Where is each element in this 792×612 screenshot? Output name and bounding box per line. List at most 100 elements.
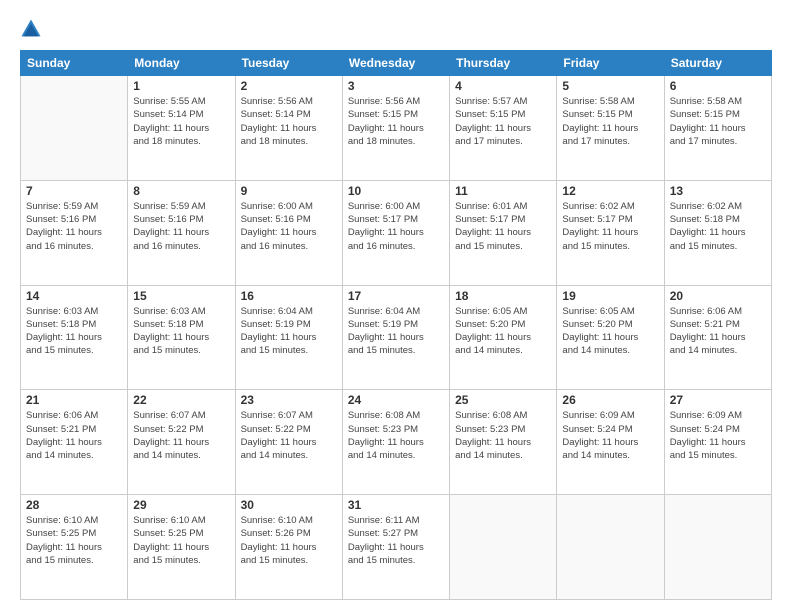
week-row-5: 28 Sunrise: 6:10 AM Sunset: 5:25 PM Dayli… <box>21 495 772 600</box>
calendar-cell: 16 Sunrise: 6:04 AM Sunset: 5:19 PM Dayli… <box>235 285 342 390</box>
calendar-cell: 27Sunrise: 6:09 AM Sunset: 5:24 PM Dayli… <box>664 390 771 495</box>
day-number: 23 <box>241 393 337 407</box>
day-info: Sunrise: 6:10 AM Sunset: 5:25 PM Dayligh… <box>26 514 122 567</box>
day-number: 10 <box>348 184 444 198</box>
day-info: Sunrise: 6:10 AM Sunset: 5:26 PM Dayligh… <box>241 514 337 567</box>
day-number: 8 <box>133 184 229 198</box>
calendar-cell: 21 Sunrise: 6:06 AM Sunset: 5:21 PM Dayli… <box>21 390 128 495</box>
day-number: 28 <box>26 498 122 512</box>
day-info: Sunrise: 5:58 AM Sunset: 5:15 PM Dayligh… <box>670 95 766 148</box>
day-info: Sunrise: 6:04 AM Sunset: 5:19 PM Dayligh… <box>241 305 337 358</box>
week-row-2: 7 Sunrise: 5:59 AM Sunset: 5:16 PM Daylig… <box>21 180 772 285</box>
weekday-header-friday: Friday <box>557 51 664 76</box>
calendar-cell: 11Sunrise: 6:01 AM Sunset: 5:17 PM Dayli… <box>450 180 557 285</box>
weekday-header-sunday: Sunday <box>21 51 128 76</box>
day-info: Sunrise: 6:06 AM Sunset: 5:21 PM Dayligh… <box>26 409 122 462</box>
day-number: 3 <box>348 79 444 93</box>
day-number: 17 <box>348 289 444 303</box>
day-number: 14 <box>26 289 122 303</box>
day-number: 9 <box>241 184 337 198</box>
weekday-header-tuesday: Tuesday <box>235 51 342 76</box>
day-number: 5 <box>562 79 658 93</box>
calendar-cell: 24 Sunrise: 6:08 AM Sunset: 5:23 PM Dayli… <box>342 390 449 495</box>
calendar-cell <box>664 495 771 600</box>
calendar-cell: 7Sunrise: 5:59 AM Sunset: 5:16 PM Daylig… <box>21 180 128 285</box>
header <box>20 18 772 40</box>
day-number: 30 <box>241 498 337 512</box>
day-info: Sunrise: 6:03 AM Sunset: 5:18 PM Dayligh… <box>26 305 122 358</box>
calendar-cell <box>21 76 128 181</box>
day-info: Sunrise: 6:11 AM Sunset: 5:27 PM Dayligh… <box>348 514 444 567</box>
weekday-header-thursday: Thursday <box>450 51 557 76</box>
calendar-cell: 26Sunrise: 6:09 AM Sunset: 5:24 PM Dayli… <box>557 390 664 495</box>
calendar-cell: 19 Sunrise: 6:05 AM Sunset: 5:20 PM Dayli… <box>557 285 664 390</box>
day-info: Sunrise: 6:09 AM Sunset: 5:24 PM Dayligh… <box>562 409 658 462</box>
day-info: Sunrise: 5:58 AM Sunset: 5:15 PM Dayligh… <box>562 95 658 148</box>
day-number: 12 <box>562 184 658 198</box>
calendar-cell: 3Sunrise: 5:56 AM Sunset: 5:15 PM Daylig… <box>342 76 449 181</box>
day-info: Sunrise: 6:07 AM Sunset: 5:22 PM Dayligh… <box>241 409 337 462</box>
calendar-cell: 30 Sunrise: 6:10 AM Sunset: 5:26 PM Dayli… <box>235 495 342 600</box>
weekday-header-row: SundayMondayTuesdayWednesdayThursdayFrid… <box>21 51 772 76</box>
calendar-header: SundayMondayTuesdayWednesdayThursdayFrid… <box>21 51 772 76</box>
calendar-cell: 14 Sunrise: 6:03 AM Sunset: 5:18 PM Dayli… <box>21 285 128 390</box>
calendar-cell: 9Sunrise: 6:00 AM Sunset: 5:16 PM Daylig… <box>235 180 342 285</box>
day-info: Sunrise: 6:08 AM Sunset: 5:23 PM Dayligh… <box>348 409 444 462</box>
day-info: Sunrise: 6:06 AM Sunset: 5:21 PM Dayligh… <box>670 305 766 358</box>
day-info: Sunrise: 6:10 AM Sunset: 5:25 PM Dayligh… <box>133 514 229 567</box>
calendar-body: 1 Sunrise: 5:55 AM Sunset: 5:14 PM Daylig… <box>21 76 772 600</box>
day-number: 15 <box>133 289 229 303</box>
day-number: 19 <box>562 289 658 303</box>
day-number: 16 <box>241 289 337 303</box>
day-number: 4 <box>455 79 551 93</box>
calendar-cell: 10 Sunrise: 6:00 AM Sunset: 5:17 PM Dayli… <box>342 180 449 285</box>
calendar-cell: 20 Sunrise: 6:06 AM Sunset: 5:21 PM Dayli… <box>664 285 771 390</box>
day-info: Sunrise: 6:00 AM Sunset: 5:17 PM Dayligh… <box>348 200 444 253</box>
weekday-header-monday: Monday <box>128 51 235 76</box>
day-number: 21 <box>26 393 122 407</box>
calendar-cell <box>557 495 664 600</box>
day-info: Sunrise: 5:57 AM Sunset: 5:15 PM Dayligh… <box>455 95 551 148</box>
calendar-cell: 17 Sunrise: 6:04 AM Sunset: 5:19 PM Dayli… <box>342 285 449 390</box>
calendar-cell <box>450 495 557 600</box>
calendar-cell: 4 Sunrise: 5:57 AM Sunset: 5:15 PM Daylig… <box>450 76 557 181</box>
day-number: 7 <box>26 184 122 198</box>
day-info: Sunrise: 5:59 AM Sunset: 5:16 PM Dayligh… <box>133 200 229 253</box>
calendar-cell: 31 Sunrise: 6:11 AM Sunset: 5:27 PM Dayli… <box>342 495 449 600</box>
calendar-cell: 6 Sunrise: 5:58 AM Sunset: 5:15 PM Daylig… <box>664 76 771 181</box>
week-row-4: 21 Sunrise: 6:06 AM Sunset: 5:21 PM Dayli… <box>21 390 772 495</box>
day-number: 6 <box>670 79 766 93</box>
day-number: 1 <box>133 79 229 93</box>
day-number: 2 <box>241 79 337 93</box>
page: SundayMondayTuesdayWednesdayThursdayFrid… <box>0 0 792 612</box>
calendar-cell: 25Sunrise: 6:08 AM Sunset: 5:23 PM Dayli… <box>450 390 557 495</box>
calendar-cell: 23 Sunrise: 6:07 AM Sunset: 5:22 PM Dayli… <box>235 390 342 495</box>
logo <box>20 18 46 40</box>
day-info: Sunrise: 5:55 AM Sunset: 5:14 PM Dayligh… <box>133 95 229 148</box>
day-info: Sunrise: 6:02 AM Sunset: 5:18 PM Dayligh… <box>670 200 766 253</box>
calendar-cell: 5 Sunrise: 5:58 AM Sunset: 5:15 PM Daylig… <box>557 76 664 181</box>
weekday-header-saturday: Saturday <box>664 51 771 76</box>
calendar-cell: 22Sunrise: 6:07 AM Sunset: 5:22 PM Dayli… <box>128 390 235 495</box>
day-number: 29 <box>133 498 229 512</box>
calendar-cell: 8 Sunrise: 5:59 AM Sunset: 5:16 PM Daylig… <box>128 180 235 285</box>
day-info: Sunrise: 6:05 AM Sunset: 5:20 PM Dayligh… <box>562 305 658 358</box>
calendar-cell: 18Sunrise: 6:05 AM Sunset: 5:20 PM Dayli… <box>450 285 557 390</box>
week-row-3: 14 Sunrise: 6:03 AM Sunset: 5:18 PM Dayli… <box>21 285 772 390</box>
day-number: 31 <box>348 498 444 512</box>
logo-icon <box>20 18 42 40</box>
calendar-cell: 2Sunrise: 5:56 AM Sunset: 5:14 PM Daylig… <box>235 76 342 181</box>
calendar-cell: 12 Sunrise: 6:02 AM Sunset: 5:17 PM Dayli… <box>557 180 664 285</box>
calendar-cell: 29 Sunrise: 6:10 AM Sunset: 5:25 PM Dayli… <box>128 495 235 600</box>
calendar-cell: 13 Sunrise: 6:02 AM Sunset: 5:18 PM Dayli… <box>664 180 771 285</box>
day-info: Sunrise: 6:08 AM Sunset: 5:23 PM Dayligh… <box>455 409 551 462</box>
day-number: 20 <box>670 289 766 303</box>
day-number: 13 <box>670 184 766 198</box>
calendar-cell: 1 Sunrise: 5:55 AM Sunset: 5:14 PM Daylig… <box>128 76 235 181</box>
day-info: Sunrise: 6:04 AM Sunset: 5:19 PM Dayligh… <box>348 305 444 358</box>
day-info: Sunrise: 6:05 AM Sunset: 5:20 PM Dayligh… <box>455 305 551 358</box>
calendar-table: SundayMondayTuesdayWednesdayThursdayFrid… <box>20 50 772 600</box>
day-number: 24 <box>348 393 444 407</box>
day-info: Sunrise: 6:02 AM Sunset: 5:17 PM Dayligh… <box>562 200 658 253</box>
day-info: Sunrise: 6:07 AM Sunset: 5:22 PM Dayligh… <box>133 409 229 462</box>
